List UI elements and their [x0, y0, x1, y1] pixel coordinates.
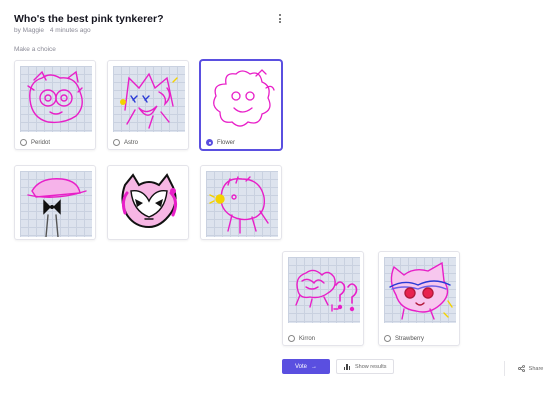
option-card-4[interactable]	[14, 165, 96, 240]
option-label-astro: Astro	[124, 139, 139, 146]
option-choice-astro[interactable]: Astro	[113, 138, 138, 147]
option-label-kirron: Kirron	[299, 335, 316, 342]
radio-peridot[interactable]	[20, 139, 27, 146]
arrow-right-icon: →	[311, 363, 317, 370]
option-choice-kirron[interactable]: Kirron	[288, 334, 315, 343]
option-image-5	[113, 171, 185, 237]
option-image-6	[206, 171, 278, 237]
option-image-4	[20, 171, 92, 237]
option-image-flower	[206, 66, 278, 132]
poll-byline: by Maggie 4 minutes ago	[14, 27, 91, 34]
option-choice-peridot[interactable]: Peridot	[20, 138, 50, 147]
option-card-flower[interactable]: Flower	[200, 60, 282, 150]
option-image-astro	[113, 66, 185, 132]
option-card-kirron[interactable]: Kirron	[282, 251, 364, 346]
show-results-label: Show results	[355, 363, 387, 370]
poll-title: Who's the best pink tynkerer?	[14, 13, 164, 25]
option-choice-strawberry[interactable]: Strawberry	[384, 334, 424, 343]
radio-flower[interactable]	[206, 139, 213, 146]
option-label-strawberry: Strawberry	[395, 335, 425, 342]
bar-chart-icon	[343, 363, 350, 370]
option-label-flower: Flower	[217, 139, 236, 146]
kebab-menu-icon[interactable]	[276, 13, 284, 25]
option-card-strawberry[interactable]: Strawberry	[378, 251, 460, 346]
radio-kirron[interactable]	[288, 335, 295, 342]
vote-button-label: Vote	[294, 363, 307, 370]
share-button[interactable]: Share	[504, 361, 556, 376]
poll-author[interactable]: by Maggie	[14, 27, 44, 34]
option-image-kirron	[288, 257, 360, 323]
share-icon	[517, 365, 525, 372]
option-choice-flower[interactable]: Flower	[206, 138, 235, 147]
option-image-peridot	[20, 66, 92, 132]
option-image-strawberry	[384, 257, 456, 323]
radio-strawberry[interactable]	[384, 335, 391, 342]
vote-button[interactable]: Vote →	[282, 359, 330, 374]
option-card-astro[interactable]: Astro	[107, 60, 189, 150]
option-label-peridot: Peridot	[31, 139, 51, 146]
share-label: Share	[528, 365, 544, 372]
radio-astro[interactable]	[113, 139, 120, 146]
poll-prompt: Make a choice	[14, 46, 56, 53]
show-results-button[interactable]: Show results	[336, 359, 394, 374]
poll-time: 4 minutes ago	[49, 27, 91, 34]
option-card-peridot[interactable]: Peridot	[14, 60, 96, 150]
option-card-6[interactable]	[200, 165, 282, 240]
option-card-5[interactable]	[107, 165, 189, 240]
